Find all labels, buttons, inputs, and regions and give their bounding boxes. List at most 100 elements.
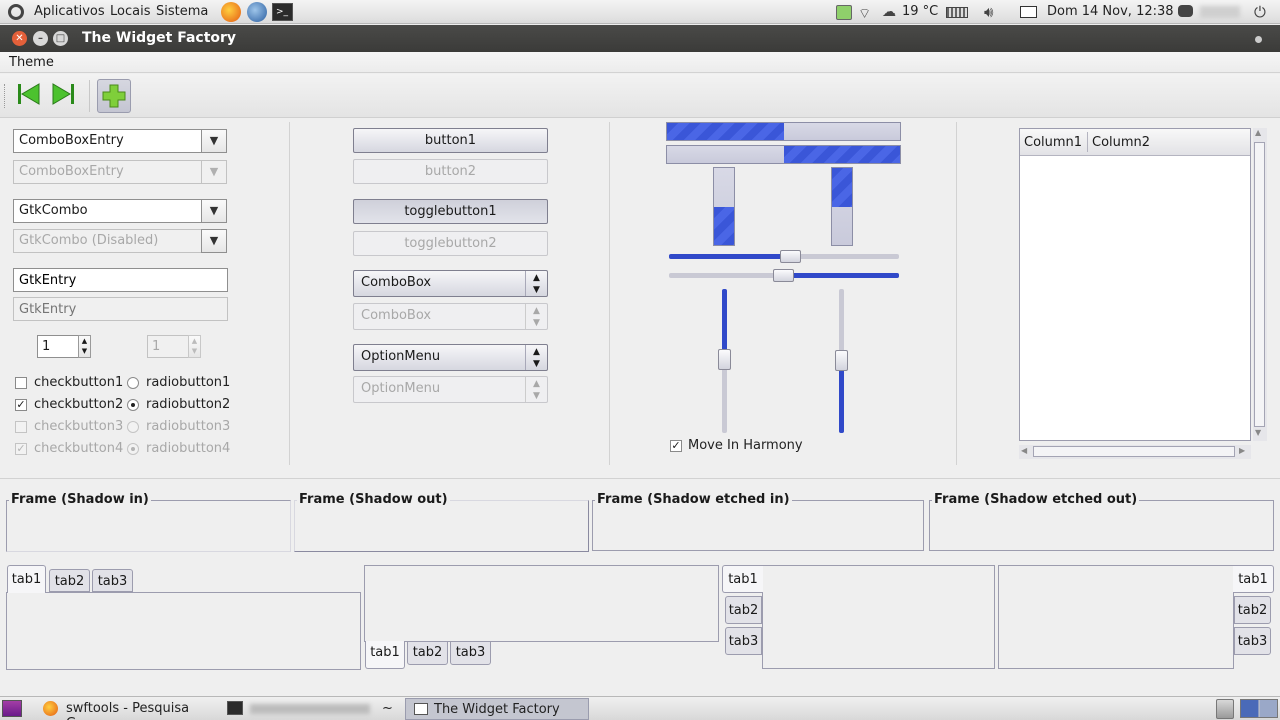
gtkcombo-dropdown[interactable]: ▼: [201, 199, 227, 223]
weather-temperature[interactable]: 19 °C: [902, 4, 938, 19]
radiobutton2-circle[interactable]: [127, 399, 139, 411]
chevron-down-icon: ▼: [209, 134, 219, 147]
checkbutton4-box: ✓: [15, 443, 27, 455]
clock[interactable]: Dom 14 Nov, 12:38: [1047, 4, 1174, 19]
notebook-bottom-tab1[interactable]: tab1: [365, 641, 405, 669]
go-first-button[interactable]: [13, 79, 47, 113]
minimize-window-button[interactable]: –: [33, 31, 48, 46]
notebook-left-tab2[interactable]: tab2: [725, 596, 762, 624]
scroll-up-icon[interactable]: ▲: [1255, 128, 1261, 137]
column2-header[interactable]: Column2: [1092, 135, 1150, 150]
spin-down-icon[interactable]: ▼: [82, 347, 87, 355]
combobox[interactable]: ComboBox ▲ ▼: [353, 270, 548, 297]
move-in-harmony-label[interactable]: Move In Harmony: [688, 438, 803, 453]
toolbar-separator: [89, 80, 90, 112]
optionmenu[interactable]: OptionMenu ▲ ▼: [353, 344, 548, 371]
updown-arrows-icon: ▲ ▼: [525, 377, 547, 402]
checkbutton1-label[interactable]: checkbutton1: [34, 375, 123, 390]
gtk-entry[interactable]: [13, 268, 228, 292]
menu-applications[interactable]: Aplicativos: [34, 4, 105, 19]
taskbar-item-terminal[interactable]: ~: [222, 698, 400, 720]
clipboard-icon[interactable]: [836, 5, 852, 20]
spinbutton[interactable]: 1: [37, 335, 79, 358]
notebook-left-tab3[interactable]: tab3: [725, 627, 762, 655]
notebook-right-tab1[interactable]: tab1: [1233, 565, 1274, 593]
volume-icon[interactable]: 🔊︎: [984, 3, 993, 21]
notebook-right-tab3[interactable]: tab3: [1234, 627, 1271, 655]
notebook-top-tab3[interactable]: tab3: [92, 569, 133, 592]
treeview-hscrollbar[interactable]: ◀ ▶: [1019, 445, 1251, 459]
spin-down-icon: ▼: [191, 347, 198, 355]
checkbutton2-label[interactable]: checkbutton2: [34, 397, 123, 412]
checkbutton3-label: checkbutton3: [34, 419, 124, 434]
checkbutton1-box[interactable]: [15, 377, 27, 389]
terminal-icon: [227, 701, 243, 715]
mail-icon[interactable]: [1020, 6, 1037, 18]
menu-theme[interactable]: Theme: [9, 55, 54, 70]
weather-icon[interactable]: ☁: [882, 4, 896, 20]
thunderbird-launcher-icon[interactable]: [247, 2, 267, 22]
notebook-top-tab2[interactable]: tab2: [49, 569, 90, 592]
notebook-right-tab2[interactable]: tab2: [1234, 596, 1271, 624]
togglebutton2: togglebutton2: [353, 231, 548, 256]
progress-fill: [714, 206, 734, 245]
hscale-1-handle[interactable]: [780, 250, 801, 263]
vscale-1-handle[interactable]: [718, 349, 731, 370]
menu-system[interactable]: Sistema: [156, 4, 208, 19]
workspace-switcher[interactable]: [1240, 699, 1278, 718]
window-menu-dot-icon[interactable]: [1255, 36, 1262, 43]
notebook-bottom-tab2[interactable]: tab2: [407, 641, 448, 665]
scrollbar-thumb[interactable]: [1254, 142, 1265, 427]
combobox-entry[interactable]: ComboBoxEntry: [13, 129, 202, 153]
notebook-left-tab1[interactable]: tab1: [722, 565, 763, 593]
combobox-entry-dropdown[interactable]: ▼: [201, 129, 227, 153]
scrollbar-thumb[interactable]: [1033, 446, 1235, 457]
ubuntu-logo-icon[interactable]: [8, 4, 24, 20]
notebook-bottom-tab3[interactable]: tab3: [450, 641, 491, 665]
wifi-icon[interactable]: ⌔: [858, 5, 871, 23]
frame-shadow-in: [6, 500, 291, 552]
notebook-top-tab1[interactable]: tab1: [7, 565, 46, 593]
taskbar-item-firefox[interactable]: swftools - Pesquisa G...: [38, 698, 218, 720]
hscale-2-handle[interactable]: [773, 269, 794, 282]
trash-icon[interactable]: [1216, 699, 1234, 719]
checkbutton2-box[interactable]: ✓: [15, 399, 27, 411]
terminal-launcher-icon[interactable]: >_: [272, 3, 293, 21]
battery-icon[interactable]: [946, 7, 968, 18]
checkmark-icon: ✓: [671, 439, 681, 452]
checkmark-icon: ✓: [16, 442, 26, 455]
hscale-2-fill: [783, 273, 899, 278]
column1-header[interactable]: Column1: [1024, 135, 1082, 150]
treeview-vscrollbar[interactable]: ▲ ▼: [1253, 128, 1267, 441]
power-icon[interactable]: ⏻: [1254, 3, 1266, 21]
scroll-left-icon[interactable]: ◀: [1021, 446, 1027, 455]
radiobutton1-label[interactable]: radiobutton1: [146, 375, 230, 390]
firefox-launcher-icon[interactable]: [221, 2, 241, 22]
scroll-right-icon[interactable]: ▶: [1239, 446, 1245, 455]
vscale-2-handle[interactable]: [835, 350, 848, 371]
close-window-button[interactable]: ✕: [12, 31, 27, 46]
spin-up-icon[interactable]: ▲: [82, 337, 87, 345]
updown-arrows-icon: ▲ ▼: [525, 345, 547, 370]
optionmenu-disabled-value: OptionMenu: [361, 381, 441, 396]
menubar: Theme: [0, 52, 1280, 73]
maximize-window-button[interactable]: □: [53, 31, 68, 46]
menu-places[interactable]: Locais: [110, 4, 150, 19]
togglebutton1[interactable]: togglebutton1: [353, 199, 548, 224]
progress-fill: [667, 123, 784, 140]
taskbar-item-widget-factory[interactable]: The Widget Factory: [405, 698, 589, 720]
radiobutton2-label[interactable]: radiobutton2: [146, 397, 230, 412]
radiobutton1-circle[interactable]: [127, 377, 139, 389]
button1[interactable]: button1: [353, 128, 548, 153]
scroll-down-icon[interactable]: ▼: [1255, 428, 1261, 437]
move-in-harmony-checkbox[interactable]: ✓: [670, 440, 682, 452]
treeview[interactable]: Column1 Column2: [1019, 128, 1251, 441]
show-desktop-icon[interactable]: [2, 700, 22, 717]
window-title: The Widget Factory: [82, 30, 237, 46]
add-button[interactable]: [97, 79, 131, 113]
gtkcombo-entry[interactable]: GtkCombo: [13, 199, 202, 223]
chat-icon[interactable]: [1178, 5, 1193, 17]
spinbutton-arrows[interactable]: ▲ ▼: [78, 335, 91, 358]
go-last-button[interactable]: [49, 79, 83, 113]
user-name[interactable]: [1200, 6, 1240, 18]
